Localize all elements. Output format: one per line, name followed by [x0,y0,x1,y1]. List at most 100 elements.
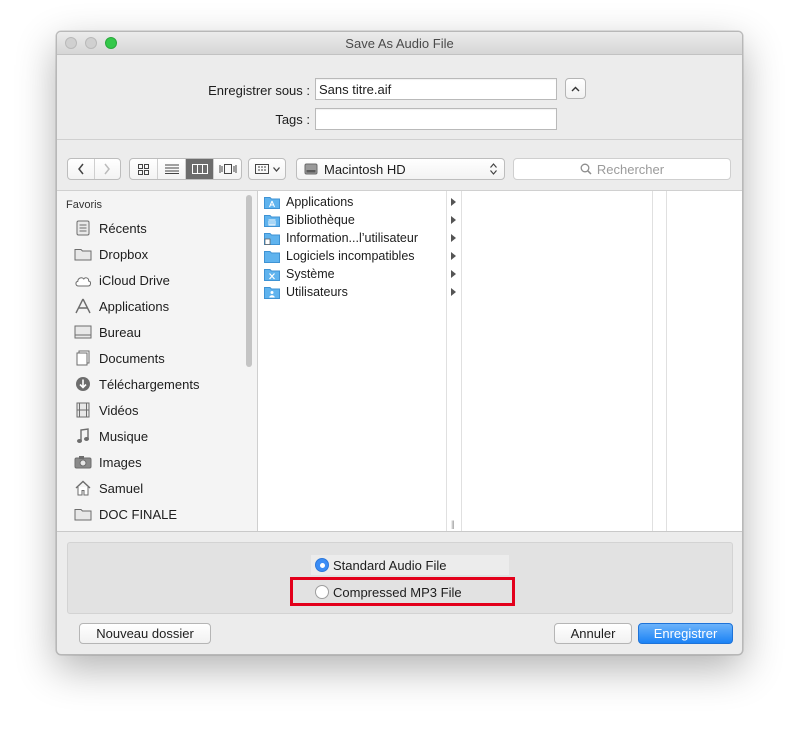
nav-buttons [67,158,121,180]
save-button[interactable]: Enregistrer [638,623,733,644]
search-placeholder: Rechercher [596,161,665,177]
tags-label: Tags : [275,112,310,127]
tags-field[interactable] [315,108,557,130]
sidebar-item-videos[interactable]: Vidéos [73,399,243,421]
list-view-button[interactable] [158,159,186,179]
sidebar-item-documents[interactable]: Documents [73,347,243,369]
highlight-box [290,577,515,606]
system-folder-icon [264,267,280,281]
coverflow-icon [219,164,236,174]
sidebar-item-label: Récents [99,220,147,236]
location-label: Macintosh HD [324,161,406,177]
column-item-label: Bibliothèque [286,213,355,227]
column-item-label: Applications [286,195,354,209]
applications-icon [73,297,93,315]
folder-icon [264,249,280,263]
sidebar-item-label: DOC FINALE [99,506,178,522]
column-item-label: Information...l’utilisateur [286,231,419,245]
sidebar-scrollbar[interactable] [246,195,252,367]
search-field[interactable]: Rechercher [513,158,731,180]
sidebar-item-dropbox[interactable]: Dropbox [73,243,243,265]
expand-dialog-button[interactable] [565,78,586,99]
sidebar-item-label: Images [99,454,142,470]
sidebar-item-label: Musique [99,428,149,444]
save-fields: Enregistrer sous : Tags : [57,55,742,139]
titlebar[interactable]: Save As Audio File [57,32,742,55]
file-browser: Favoris Récents Dropbox iCloud Drive App… [57,190,742,532]
sidebar-item-desktop[interactable]: Bureau [73,321,243,343]
camera-icon [73,453,93,471]
applications-folder-icon [264,195,280,209]
sidebar-item-label: Applications [99,298,170,314]
disclosure-arrow-icon [451,288,456,296]
arrange-menu-button[interactable] [248,158,286,180]
recents-icon [73,219,93,237]
radio-button-selected[interactable] [315,558,329,572]
folder-doc-icon [264,231,280,245]
music-icon [73,427,93,445]
column-item-label: Utilisateurs [286,285,348,299]
column-view-button[interactable] [186,159,214,179]
column-item-label: Système [286,267,335,281]
column-item-users[interactable]: Utilisateurs [264,283,456,301]
sidebar-heading: Favoris [66,199,103,211]
column-divider [652,191,653,531]
documents-icon [73,349,93,367]
column-item-user-information[interactable]: Information...l’utilisateur [264,229,456,247]
desktop-icon [73,323,93,341]
save-as-label: Enregistrer sous : [208,83,310,98]
sidebar-item-home[interactable]: Samuel [73,477,243,499]
sidebar-item-label: iCloud Drive [99,272,170,288]
icon-view-button[interactable] [130,159,158,179]
column-item-library[interactable]: Bibliothèque [264,211,456,229]
sidebar-item-label: Vidéos [99,402,139,418]
home-icon [73,479,93,497]
disclosure-arrow-icon [451,216,456,224]
sidebar-item-recents[interactable]: Récents [73,217,243,239]
column-1: Applications Bibliothèque Information...… [258,191,461,531]
sidebar-item-downloads[interactable]: Téléchargements [73,373,243,395]
location-popup[interactable]: Macintosh HD [296,158,505,180]
disclosure-arrow-icon [451,198,456,206]
new-folder-button[interactable]: Nouveau dossier [79,623,211,644]
search-icon [580,163,592,175]
sidebar-item-doc-finale[interactable]: DOC FINALE [73,503,243,525]
filename-field[interactable] [315,78,557,100]
sidebar: Favoris Récents Dropbox iCloud Drive App… [57,191,258,531]
sidebar-item-applications[interactable]: Applications [73,295,243,317]
back-button[interactable] [68,159,95,179]
column-item-label: Logiciels incompatibles [286,249,415,263]
column-item-system[interactable]: Système [264,265,456,283]
browser-toolbar: Macintosh HD Rechercher [57,140,742,190]
film-icon [73,401,93,419]
column-resize-handle[interactable]: || [451,519,455,529]
grid-icon [138,163,149,175]
column-divider [446,191,447,531]
sidebar-item-label: Samuel [99,480,144,496]
sidebar-item-icloud-drive[interactable]: iCloud Drive [73,269,243,291]
sidebar-item-label: Bureau [99,324,141,340]
chevron-up-icon [571,86,580,91]
coverflow-view-button[interactable] [214,159,241,179]
column-divider[interactable] [461,191,462,531]
forward-button[interactable] [95,159,121,179]
disclosure-arrow-icon [451,252,456,260]
column-item-applications[interactable]: Applications [264,193,456,211]
column-divider[interactable] [666,191,667,531]
folder-icon [73,505,93,523]
cancel-button[interactable]: Annuler [554,623,632,644]
users-folder-icon [264,285,280,299]
disclosure-arrow-icon [451,234,456,242]
columns-icon [191,164,208,174]
download-icon [73,375,93,393]
sidebar-item-images[interactable]: Images [73,451,243,473]
sidebar-item-label: Téléchargements [99,376,200,392]
cloud-icon [73,271,93,289]
disclosure-arrow-icon [451,270,456,278]
radio-standard-audio-file[interactable]: Standard Audio File [311,555,509,575]
folder-icon [73,245,93,263]
column-item-incompatible-software[interactable]: Logiciels incompatibles [264,247,456,265]
sidebar-item-music[interactable]: Musique [73,425,243,447]
updown-arrows-icon [490,163,497,175]
arrange-icon [254,164,269,174]
